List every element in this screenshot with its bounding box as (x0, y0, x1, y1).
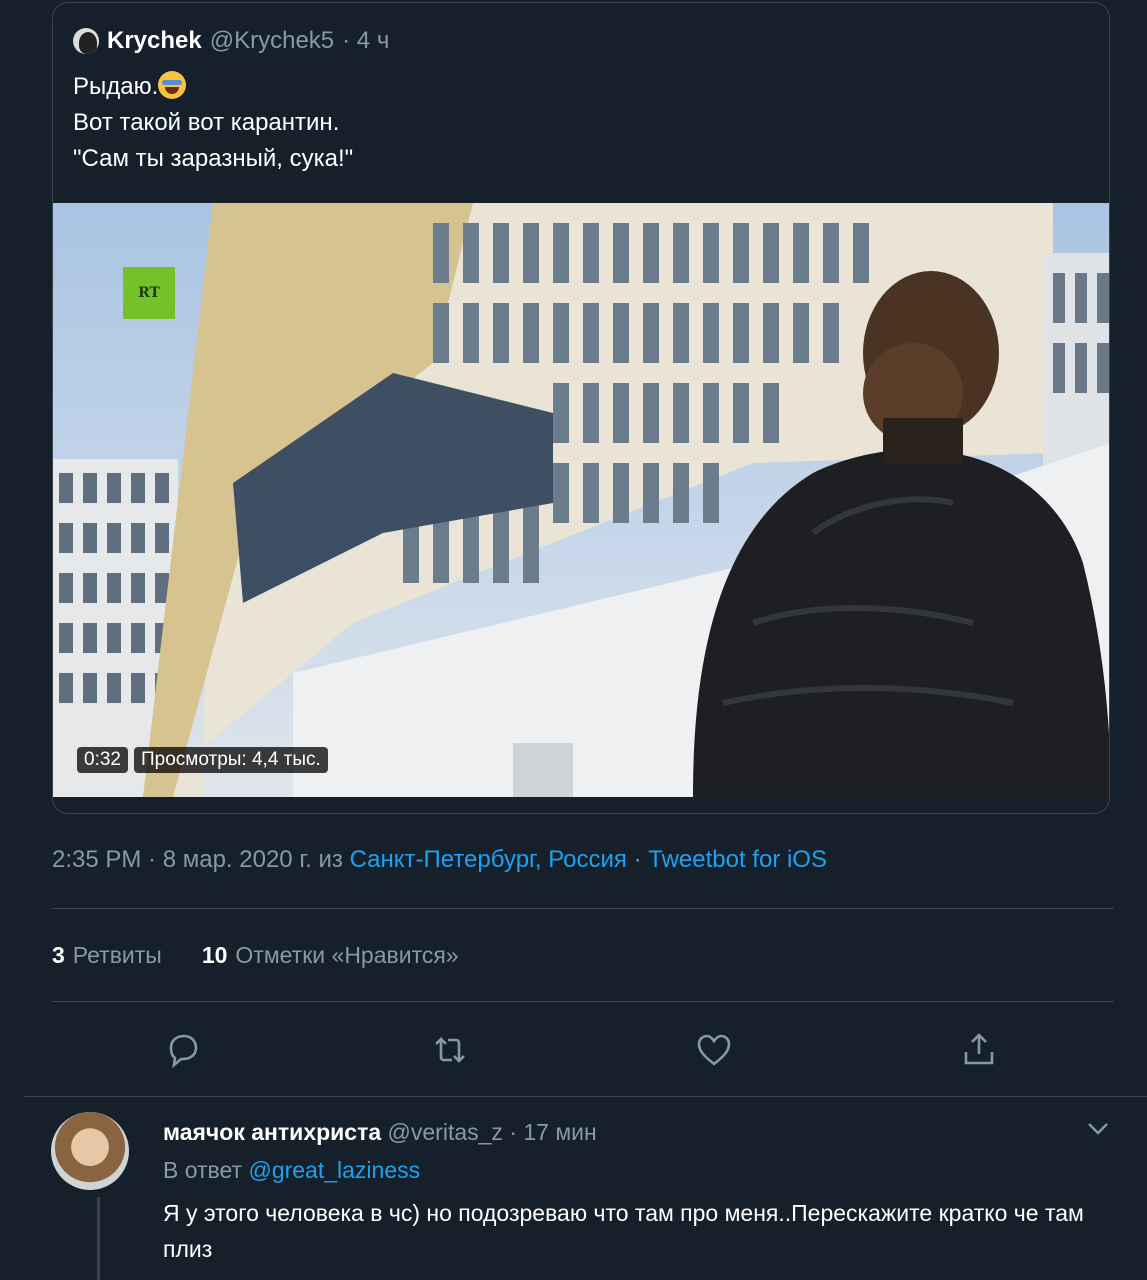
tweet-meta: 2:35 PM · 8 мар. 2020 г. из Санкт-Петерб… (52, 846, 827, 874)
joy-emoji-icon (158, 71, 187, 99)
video-overlay: 0:32 Просмотры: 4,4 тыс. (77, 747, 328, 773)
reply-author-name[interactable]: маячок антихриста (163, 1119, 381, 1145)
reply-header: маячок антихриста @veritas_z · 17 мин (163, 1119, 597, 1146)
reply-author-avatar[interactable] (51, 1112, 129, 1190)
quoted-author-name[interactable]: Krychek (107, 27, 202, 55)
likes-label: Отметки «Нравится» (235, 942, 459, 968)
video-player[interactable]: RT 0:32 Просмотры: 4,4 тыс. (53, 203, 1109, 797)
tweet-stats: 3 Ретвиты 10 Отметки «Нравится» (52, 942, 459, 969)
quoted-author-handle[interactable]: @Krychek5 (210, 27, 334, 55)
chevron-down-icon[interactable] (1086, 1121, 1110, 1137)
video-frame-illustration (53, 203, 1109, 797)
reply-time[interactable]: · 17 мин (509, 1119, 596, 1145)
reply-to-handle[interactable]: @great_laziness (248, 1157, 420, 1183)
reply-author-handle[interactable]: @veritas_z (388, 1119, 503, 1145)
divider-top (52, 908, 1114, 909)
tweet-client[interactable]: Tweetbot for iOS (648, 846, 827, 873)
likes-stat[interactable]: 10 Отметки «Нравится» (202, 942, 459, 969)
quoted-tweet-time[interactable]: · 4 ч (342, 27, 389, 55)
reply-context: В ответ @great_laziness (163, 1157, 420, 1184)
tweet-location[interactable]: Санкт-Петербург, Россия (350, 846, 627, 873)
video-views: Просмотры: 4,4 тыс. (133, 747, 328, 773)
retweets-count: 3 (52, 942, 65, 968)
video-duration: 0:32 (77, 747, 128, 773)
retweets-stat[interactable]: 3 Ретвиты (52, 942, 162, 969)
reply-prefix: В ответ (163, 1157, 249, 1183)
thread-line (97, 1197, 100, 1280)
reply-tweet[interactable]: маячок антихриста @veritas_z · 17 мин В … (0, 1097, 1147, 1280)
reply-text: Я у этого человека в чс) но подозреваю ч… (163, 1200, 1084, 1262)
like-icon[interactable] (694, 1030, 734, 1070)
share-icon[interactable] (959, 1030, 999, 1070)
quoted-text-line2: Вот такой вот карантин. (73, 109, 340, 136)
quoted-text-line3: "Сам ты заразный, сука!" (73, 145, 354, 172)
quoted-tweet-header: Krychek @Krychek5 · 4 ч (73, 27, 389, 55)
quoted-author-avatar[interactable] (73, 28, 99, 54)
quoted-tweet-card[interactable]: Krychek @Krychek5 · 4 ч Рыдаю. Вот такой… (52, 2, 1110, 814)
divider-middle (52, 1001, 1114, 1002)
meta-separator: · (626, 846, 649, 873)
retweet-icon[interactable] (430, 1030, 470, 1070)
reply-icon[interactable] (163, 1030, 203, 1070)
quoted-text-line1: Рыдаю. (73, 73, 159, 100)
retweets-label: Ретвиты (72, 942, 162, 968)
tweet-timestamp[interactable]: 2:35 PM · 8 мар. 2020 г. из (52, 846, 350, 873)
likes-count: 10 (201, 942, 228, 968)
rt-logo: RT (123, 267, 175, 319)
quoted-tweet-text: Рыдаю. Вот такой вот карантин. "Сам ты з… (73, 69, 353, 177)
